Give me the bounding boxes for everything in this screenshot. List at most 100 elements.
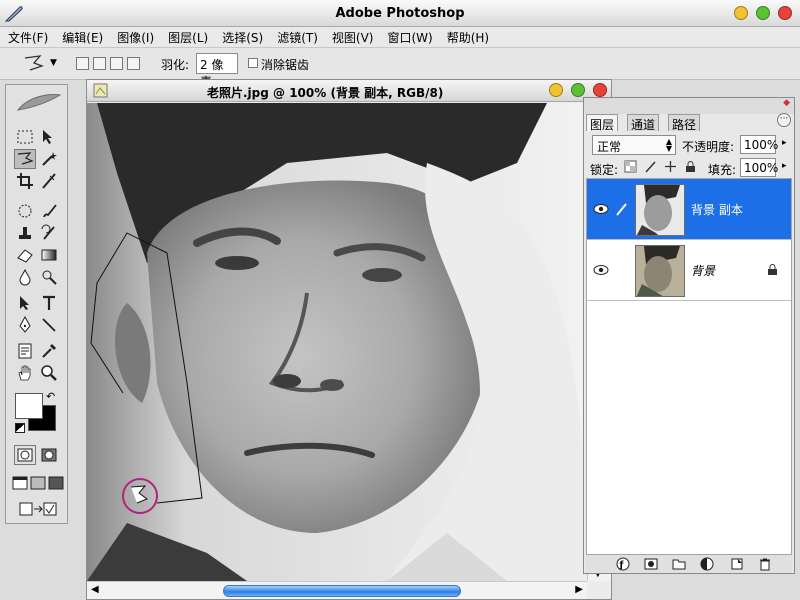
feather-input[interactable]: 2 像素 <box>196 53 238 89</box>
dodge-tool[interactable] <box>38 267 60 287</box>
pen-tool[interactable] <box>14 315 36 335</box>
scroll-right-arrow-icon[interactable]: ▶ <box>575 584 583 595</box>
close-button[interactable] <box>778 6 792 20</box>
tool-preset-caret-icon[interactable]: ▼ <box>50 58 57 68</box>
subtract-selection-button[interactable] <box>110 57 123 70</box>
brush-tool[interactable] <box>38 201 60 221</box>
layer-brush-icon <box>616 203 627 216</box>
polygonal-lasso-tool[interactable] <box>14 149 36 169</box>
tool-options-bar: ▼ 羽化: 2 像素 消除锯齿 <box>0 47 800 89</box>
horizontal-scroll-thumb[interactable] <box>223 585 461 597</box>
notes-tool[interactable] <box>14 341 36 361</box>
magic-wand-tool[interactable] <box>38 149 60 169</box>
add-mask-icon[interactable] <box>644 557 658 571</box>
horizontal-scrollbar[interactable]: ◀ ▶ <box>87 581 587 599</box>
screen-mode-standard-button[interactable] <box>11 473 29 493</box>
crop-tool[interactable] <box>14 171 36 191</box>
blend-mode-select[interactable]: 正常 ▲ ▼ <box>592 135 676 155</box>
lock-transparency-icon[interactable] <box>624 160 637 173</box>
line-tool[interactable] <box>38 315 60 335</box>
foreground-color-swatch[interactable] <box>15 393 43 419</box>
intersect-selection-button[interactable] <box>127 57 140 70</box>
panel-tabs: 图层 通道 路径 <box>586 114 792 132</box>
hand-tool[interactable] <box>14 363 36 383</box>
healing-brush-tool[interactable] <box>14 201 36 221</box>
menu-edit[interactable]: 编辑(E) <box>62 29 103 46</box>
fill-caret-icon[interactable]: ▸ <box>782 161 787 171</box>
panel-title-strip[interactable]: ◆ <box>584 98 794 114</box>
path-selection-tool[interactable] <box>14 293 36 313</box>
move-tool[interactable] <box>38 127 60 147</box>
eyedropper-tool[interactable] <box>38 341 60 361</box>
screen-mode-full-button[interactable] <box>47 473 65 493</box>
visibility-eye-icon[interactable] <box>593 203 609 215</box>
menu-filter[interactable]: 滤镜(T) <box>277 29 318 46</box>
add-selection-button[interactable] <box>93 57 106 70</box>
menu-window[interactable]: 窗口(W) <box>387 29 432 46</box>
marquee-tool[interactable] <box>14 127 36 147</box>
new-selection-button[interactable] <box>76 57 89 70</box>
zoom-button[interactable] <box>756 6 770 20</box>
lock-label: 锁定: <box>590 163 619 177</box>
lock-image-icon[interactable] <box>644 160 657 173</box>
tab-paths[interactable]: 路径 <box>668 114 701 132</box>
document-zoom-button[interactable] <box>571 83 585 97</box>
document-minimize-button[interactable] <box>549 83 563 97</box>
panel-menu-icon[interactable]: ··· <box>777 113 791 127</box>
minimize-button[interactable] <box>734 6 748 20</box>
layer-name: 背景 <box>691 264 716 278</box>
menu-select[interactable]: 选择(S) <box>222 29 263 46</box>
opacity-input[interactable]: 100% <box>740 135 778 154</box>
zoom-tool[interactable] <box>38 363 60 383</box>
layer-row-background[interactable]: 背景 <box>587 240 791 301</box>
opacity-label: 不透明度: <box>682 140 735 154</box>
toolbox-feather-icon <box>16 94 62 111</box>
lock-position-icon[interactable] <box>664 160 677 173</box>
clone-stamp-tool[interactable] <box>14 223 36 243</box>
new-layer-icon[interactable] <box>730 557 744 571</box>
fill-input[interactable]: 100% <box>740 158 778 177</box>
gradient-tool[interactable] <box>38 245 60 265</box>
menu-image[interactable]: 图像(I) <box>117 29 154 46</box>
document-close-button[interactable] <box>593 83 607 97</box>
new-group-icon[interactable] <box>672 557 686 571</box>
blur-tool[interactable] <box>14 267 36 287</box>
layer-thumbnail <box>635 245 685 297</box>
menu-view[interactable]: 视图(V) <box>332 29 374 46</box>
panel-collapse-icon[interactable]: ◆ <box>783 98 790 108</box>
document-window: 老照片.jpg @ 100% (背景 副本, RGB/8) ◀ ▶ <box>86 79 612 600</box>
layer-row-background-copy[interactable]: 背景 副本 <box>587 179 791 240</box>
layer-thumbnail <box>635 184 685 236</box>
adjustment-layer-icon[interactable] <box>700 557 714 571</box>
default-colors-icon[interactable] <box>15 423 25 433</box>
anti-alias-checkbox[interactable] <box>248 58 258 68</box>
swap-colors-icon[interactable]: ↶ <box>46 391 58 403</box>
screen-mode-full-menu-button[interactable] <box>29 473 47 493</box>
menu-file[interactable]: 文件(F) <box>8 29 48 46</box>
eraser-tool[interactable] <box>14 245 36 265</box>
scroll-left-arrow-icon[interactable]: ◀ <box>91 584 99 595</box>
blend-mode-value: 正常 <box>597 140 622 154</box>
image-canvas[interactable] <box>87 103 587 581</box>
slice-tool[interactable] <box>38 171 60 191</box>
document-title-bar[interactable]: 老照片.jpg @ 100% (背景 副本, RGB/8) <box>87 80 611 102</box>
layer-style-icon[interactable]: ƒ <box>616 557 630 571</box>
document-title: 老照片.jpg @ 100% (背景 副本, RGB/8) <box>207 86 444 100</box>
history-brush-tool[interactable] <box>38 223 60 243</box>
fill-label: 填充: <box>708 163 737 177</box>
visibility-eye-icon[interactable] <box>593 264 609 276</box>
polygonal-lasso-icon[interactable] <box>22 54 46 74</box>
svg-text:ƒ: ƒ <box>619 561 624 571</box>
quick-mask-button[interactable] <box>38 445 60 465</box>
lock-all-icon[interactable] <box>684 160 697 173</box>
standard-mode-button[interactable] <box>14 445 36 465</box>
opacity-caret-icon[interactable]: ▸ <box>782 138 787 148</box>
trash-icon[interactable] <box>758 557 772 571</box>
document-proxy-icon <box>93 83 108 98</box>
type-tool[interactable] <box>38 293 60 313</box>
tab-layers[interactable]: 图层 <box>586 114 619 132</box>
menu-help[interactable]: 帮助(H) <box>447 29 489 46</box>
jump-to-imageready-button[interactable] <box>14 499 60 519</box>
tab-channels[interactable]: 通道 <box>627 114 660 132</box>
menu-layer[interactable]: 图层(L) <box>168 29 208 46</box>
